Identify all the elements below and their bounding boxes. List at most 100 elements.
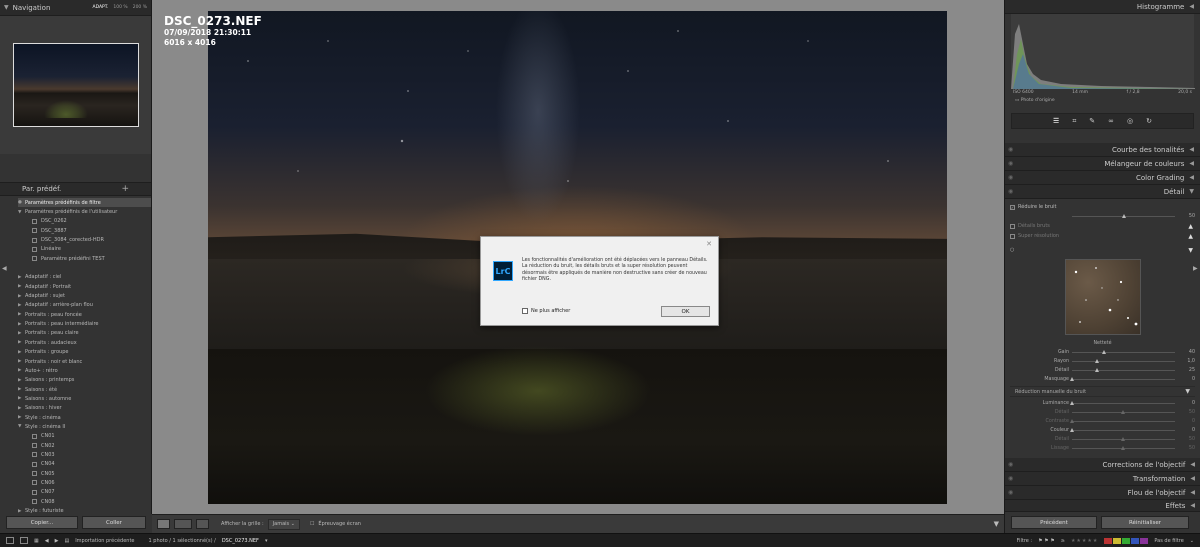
slider-track[interactable] — [1072, 410, 1175, 414]
slider-knob[interactable] — [1069, 377, 1074, 381]
checkbox-box[interactable] — [522, 308, 528, 314]
folder-expand-icon[interactable]: ▶ — [18, 350, 25, 355]
slider-knob[interactable] — [1121, 446, 1125, 450]
detail-header[interactable]: ◉ Détail ▼ — [1005, 185, 1200, 199]
manual-nr-header[interactable]: Réduction manuelle du bruit ▼ — [1010, 386, 1195, 397]
color-label-swatch[interactable] — [1131, 537, 1140, 544]
secondary-window-icon[interactable] — [6, 537, 14, 544]
preset-item[interactable]: CN08 — [18, 497, 151, 506]
folder-expand-icon[interactable]: ▶ — [18, 275, 25, 280]
reset-icon[interactable]: ↻ — [1146, 117, 1152, 125]
slider-knob[interactable] — [1069, 401, 1074, 405]
denoise-slider[interactable] — [1072, 214, 1175, 218]
preset-folder[interactable]: ▶ Adaptatif : sujet — [18, 291, 151, 300]
tone-curve-eye-icon[interactable]: ◉ — [1008, 146, 1013, 153]
folder-expand-icon[interactable]: ▶ — [18, 396, 25, 401]
target-icon[interactable]: ○ — [1010, 247, 1014, 253]
lens-blur-collapse-icon[interactable]: ◀ — [1190, 489, 1195, 496]
color-mixer-eye-icon[interactable]: ◉ — [1008, 160, 1013, 167]
dont-show-again-checkbox[interactable]: Ne plus afficher — [522, 308, 570, 314]
preset-folder[interactable]: ▶ Adaptatif : ciel — [18, 273, 151, 282]
slider-knob[interactable] — [1095, 359, 1100, 363]
preset-folder[interactable]: ▶ Saisons : été — [18, 385, 151, 394]
forward-arrow-icon[interactable]: ▶ — [55, 538, 59, 544]
preset-folder[interactable]: ▶ Adaptatif : arrière-plan flou — [18, 301, 151, 310]
slider-track[interactable] — [1069, 428, 1175, 432]
preset-folder[interactable]: ▶ Adaptatif : Portrait — [18, 282, 151, 291]
red-eye-icon[interactable]: ∞ — [1108, 117, 1114, 125]
folder-collapse-icon[interactable]: ▼ — [18, 210, 25, 215]
preset-item[interactable]: DSC_3887 — [18, 226, 151, 235]
folder-expand-icon[interactable]: ▶ — [18, 312, 25, 317]
preset-folder[interactable]: ▶ Portraits : peau intermédiaire — [18, 319, 151, 328]
slider-track[interactable] — [1072, 446, 1175, 450]
effects-collapse-icon[interactable]: ◀ — [1190, 502, 1195, 509]
rating-operator-icon[interactable]: ≥ — [1061, 538, 1065, 544]
file-menu-arrow-icon[interactable]: ▾ — [265, 538, 268, 544]
presets-header[interactable]: Par. prédéf. + — [0, 182, 151, 196]
folder-expand-icon[interactable]: ▶ — [18, 294, 25, 299]
folder-expand-icon[interactable]: ▶ — [18, 415, 25, 420]
slider-track[interactable] — [1069, 401, 1175, 405]
preset-folder[interactable]: ▶ Portraits : peau claire — [18, 329, 151, 338]
folder-expand-icon[interactable]: ▶ — [18, 284, 25, 289]
tone-curve-collapse-icon[interactable]: ◀ — [1189, 146, 1194, 153]
noise-reduction-slider-row[interactable]: Détail 50 — [1010, 435, 1195, 444]
denoise-knob[interactable] — [1122, 214, 1127, 218]
preset-folder[interactable]: ▶ Style : futuriste — [18, 506, 151, 514]
back-arrow-icon[interactable]: ◀ — [45, 538, 49, 544]
folder-expand-icon[interactable]: ▶ — [18, 331, 25, 336]
lens-corrections-header[interactable]: ◉ Corrections de l'objectif ◀ — [1005, 458, 1200, 472]
preset-item[interactable]: DSC_3084_corected-HDR — [18, 235, 151, 244]
detail-eye-icon[interactable]: ◉ — [1008, 188, 1013, 195]
navigator-header[interactable]: ▼ Navigation ADAPT. 100 % 200 % — [0, 0, 151, 16]
preset-item[interactable]: CN04 — [18, 460, 151, 469]
color-mixer-header[interactable]: ◉ Mélangeur de couleurs ◀ — [1005, 157, 1200, 171]
grid-squares-icon[interactable]: ▦ — [34, 538, 39, 544]
color-label-swatch[interactable] — [1140, 537, 1149, 544]
color-label-swatch[interactable] — [1104, 537, 1113, 544]
histogram-header[interactable]: Histogramme ◀ — [1005, 0, 1200, 14]
preset-folder[interactable]: ▶ Auto+ : rétro — [18, 366, 151, 375]
copy-button[interactable]: Copier... — [6, 516, 78, 529]
edit-sliders-icon[interactable]: ☰ — [1053, 117, 1059, 125]
right-panel-toggle-icon[interactable]: ▶ — [1193, 265, 1198, 272]
import-source[interactable]: Importation précédente — [75, 538, 134, 544]
slider-track[interactable] — [1072, 368, 1175, 372]
filter-state[interactable]: Pas de filtre — [1154, 538, 1183, 544]
ok-button[interactable]: OK — [661, 306, 710, 317]
preset-folder[interactable]: ▶ Portraits : audacieux — [18, 338, 151, 347]
sharpening-slider-row[interactable]: Masquage 0 — [1010, 375, 1195, 384]
preset-item[interactable]: CN06 — [18, 478, 151, 487]
folder-expand-icon[interactable]: ▶ — [18, 368, 25, 373]
folder-expand-icon[interactable]: ▶ — [18, 387, 25, 392]
transform-header[interactable]: ◉ Transformation ◀ — [1005, 472, 1200, 486]
effects-header[interactable]: Effets ◀ — [1005, 500, 1200, 512]
sharpening-slider-row[interactable]: Gain 40 — [1010, 348, 1195, 357]
color-grading-collapse-icon[interactable]: ◀ — [1189, 174, 1194, 181]
filter-dropdown-icon[interactable]: ⌄ — [1190, 538, 1194, 544]
filmstrip-icon[interactable]: ▤ — [64, 538, 69, 544]
compare-view-icon[interactable] — [196, 519, 209, 529]
folder-expand-icon[interactable]: ▶ — [18, 509, 25, 514]
folder-expand-icon[interactable]: ▶ — [18, 340, 25, 345]
lens-corrections-collapse-icon[interactable]: ◀ — [1190, 461, 1195, 468]
super-res-row[interactable]: Super résolution ▲ — [1010, 231, 1195, 241]
preset-item[interactable]: CN03 — [18, 450, 151, 459]
preset-folder[interactable]: ▶ Saisons : automne — [18, 394, 151, 403]
manual-nr-collapse-icon[interactable]: ▼ — [1185, 388, 1190, 395]
add-preset-icon[interactable]: + — [121, 184, 129, 194]
noise-reduction-slider-row[interactable]: Contraste 0 — [1010, 417, 1195, 426]
crop-icon[interactable]: ⌗ — [1072, 117, 1076, 126]
preset-folder[interactable]: ● Paramètres prédéfinis de filtre — [18, 198, 151, 208]
preset-item[interactable]: CN01 — [18, 432, 151, 441]
preset-folder[interactable]: ▼ Paramètres prédéfinis de l'utilisateur — [18, 207, 151, 216]
color-mixer-collapse-icon[interactable]: ◀ — [1189, 160, 1194, 167]
noise-reduction-slider-row[interactable]: Couleur 0 — [1010, 426, 1195, 435]
folder-expand-icon[interactable]: ▶ — [18, 378, 25, 383]
color-label-swatch[interactable] — [1122, 537, 1131, 544]
slider-knob[interactable] — [1069, 419, 1074, 423]
sharpening-slider-row[interactable]: Rayon 1,0 — [1010, 357, 1195, 366]
preset-item[interactable]: CN07 — [18, 488, 151, 497]
slider-track[interactable] — [1069, 377, 1175, 381]
